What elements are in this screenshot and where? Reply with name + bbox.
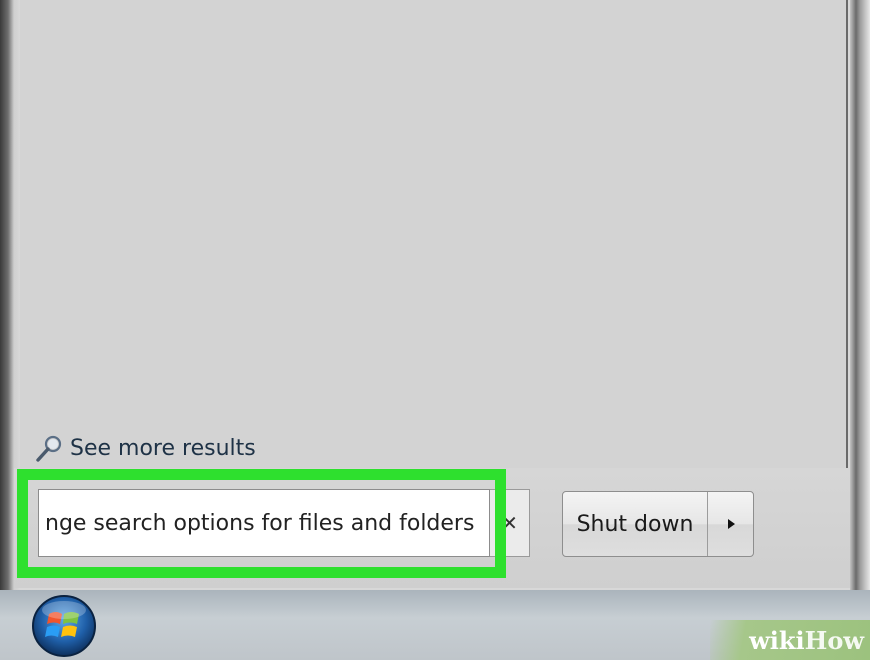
search-results-pane [20, 0, 848, 468]
wikihow-watermark: wiki How [710, 620, 870, 660]
clear-search-button[interactable]: ✕ [490, 489, 530, 557]
search-input[interactable] [38, 489, 490, 557]
shutdown-label: Shut down [576, 511, 694, 537]
see-more-results-label: See more results [70, 435, 256, 461]
start-button[interactable] [26, 592, 102, 658]
watermark-how: How [804, 625, 864, 655]
start-menu-right-edge [850, 0, 870, 590]
see-more-results-link[interactable]: See more results [34, 431, 256, 465]
search-icon [34, 433, 64, 463]
windows-orb-icon [32, 595, 96, 657]
shutdown-options-button[interactable] [708, 492, 753, 556]
shutdown-button[interactable]: Shut down [563, 492, 708, 556]
triangle-right-icon [727, 519, 735, 529]
shutdown-split-button: Shut down [562, 491, 754, 557]
close-icon: ✕ [501, 511, 518, 535]
watermark-wiki: wiki [749, 625, 805, 655]
